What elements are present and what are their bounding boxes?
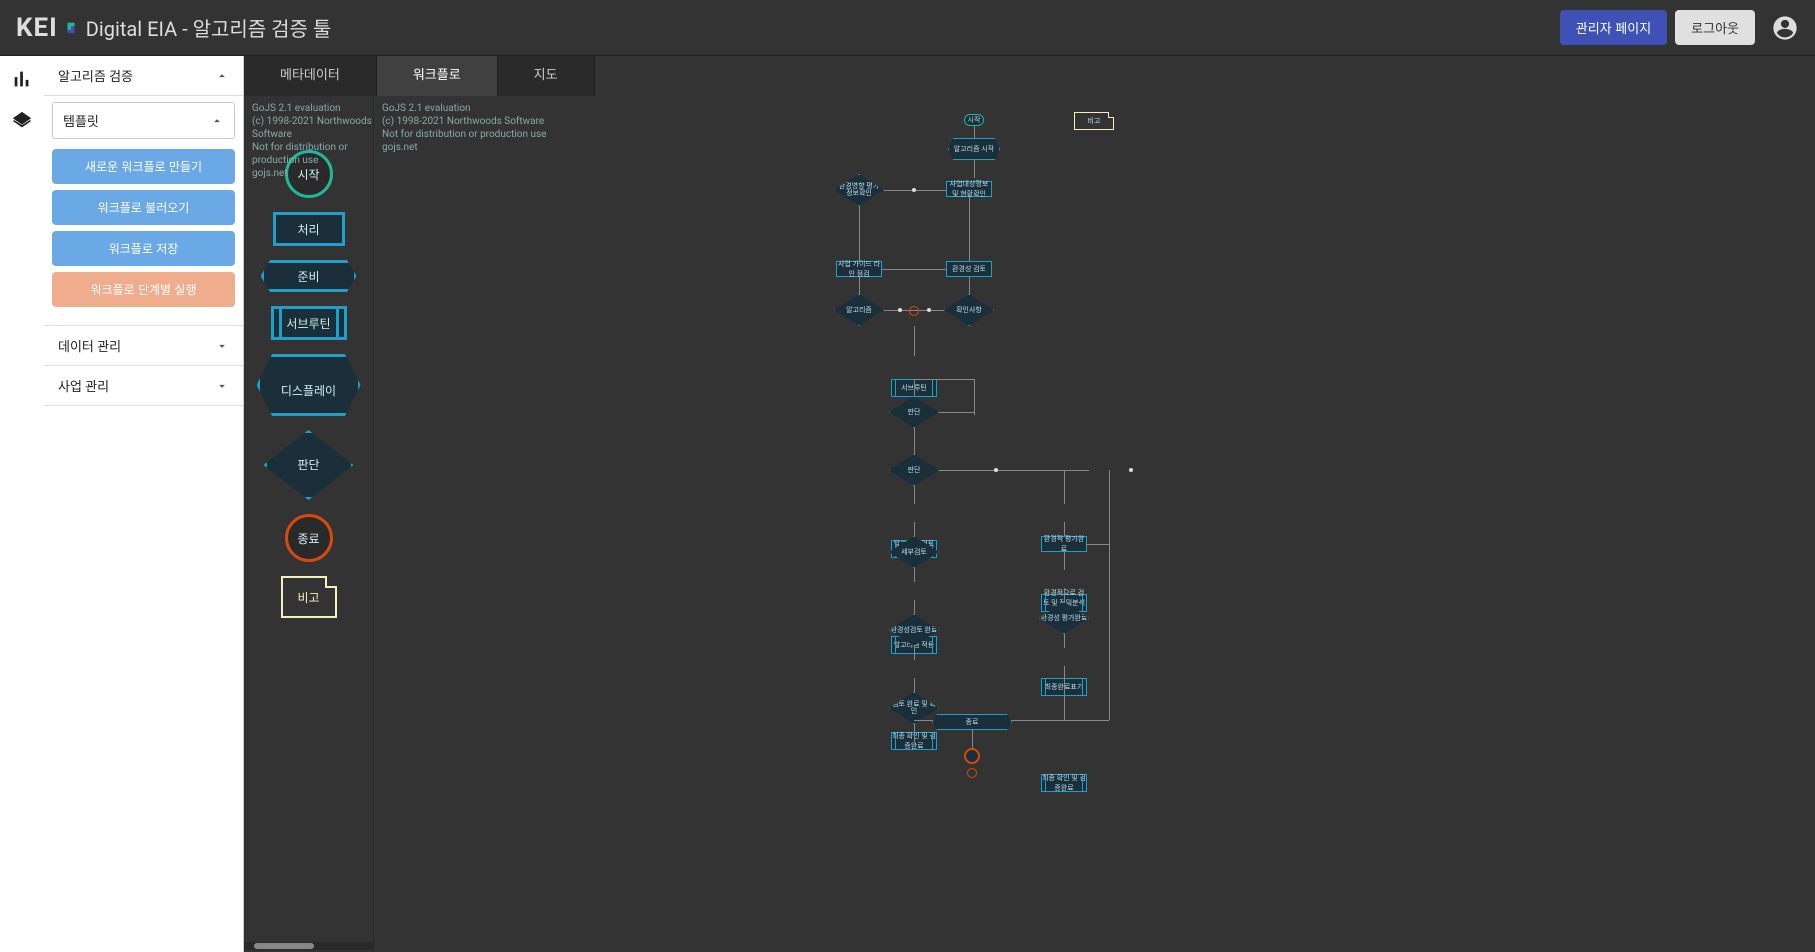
app-title: Digital EIA - 알고리즘 검증 툴 [86,13,332,42]
template-label: 템플릿 [63,111,99,130]
chart-icon[interactable] [11,68,33,90]
flow-prep-final[interactable]: 종료 [932,714,1012,730]
flow-proc-3[interactable]: 환경성 검토 [946,261,992,277]
flow-decision-5[interactable]: 판단 [889,454,939,486]
new-workflow-button[interactable]: 새로운 워크플로 만들기 [52,149,235,184]
logout-button[interactable]: 로그아웃 [1675,10,1755,45]
flow-small-end[interactable] [909,306,919,316]
flow-note[interactable]: 비고 [1074,112,1114,130]
palette: GoJS 2.1 evaluation (c) 1998-2021 Northw… [244,96,374,952]
logo-text: KEI [16,13,58,43]
save-workflow-button[interactable]: 워크플로 저장 [52,231,235,266]
template-subheader[interactable]: 템플릿 [52,102,235,139]
watermark-diagram: GoJS 2.1 evaluation (c) 1998-2021 Northw… [382,102,582,154]
tabs: 메타데이터 워크플로 지도 [244,56,1815,96]
sidebar-section-project[interactable]: 사업 관리 [44,366,243,406]
flow-decision-4[interactable]: 판단 [889,396,939,428]
palette-process[interactable]: 처리 [273,212,345,246]
flow-decision-3[interactable]: 확인사항 [944,294,994,326]
palette-note[interactable]: 비고 [281,576,337,618]
canvas-wrap: GoJS 2.1 evaluation (c) 1998-2021 Northw… [244,96,1815,952]
palette-prep[interactable]: 준비 [261,260,357,292]
palette-display[interactable]: 디스플레이 [257,354,361,416]
admin-page-button[interactable]: 관리자 페이지 [1560,10,1667,45]
sidebar: 알고리즘 검증 템플릿 새로운 워크플로 만들기 워크플로 불러오기 워크플로 … [44,56,244,952]
palette-decision[interactable]: 판단 [264,430,354,500]
palette-subroutine[interactable]: 서브루틴 [271,306,347,340]
sidebar-section-algorithm[interactable]: 알고리즘 검증 [44,56,243,96]
flow-decision-1[interactable]: 환경영향 평가 정보확인 [834,174,884,206]
chevron-down-icon [215,379,229,393]
chevron-up-icon [210,114,224,128]
sidebar-section-label: 사업 관리 [58,376,109,395]
flow-proc-2[interactable]: 사업 가이드 라인 점검 [836,261,882,277]
sidebar-section-body: 템플릿 새로운 워크플로 만들기 워크플로 불러오기 워크플로 저장 워크플로 … [44,96,243,326]
logo-accent-icon [64,21,78,35]
flow-small-end-2[interactable] [967,768,977,778]
flow-start[interactable]: 시작 [964,114,984,126]
flow-display-1[interactable]: 알고리즘 시작 [948,138,1000,160]
palette-end[interactable]: 종료 [285,514,333,562]
flow-proc-1[interactable]: 사업대상정보 및 현황확인 [946,181,992,197]
diagram-canvas[interactable]: GoJS 2.1 evaluation (c) 1998-2021 Northw… [374,96,1815,952]
chevron-up-icon [215,69,229,83]
scrollbar-thumb[interactable] [254,943,314,949]
content-area: 메타데이터 워크플로 지도 GoJS 2.1 evaluation (c) 19… [244,56,1815,952]
user-avatar-icon[interactable] [1771,14,1799,42]
logo: KEI [16,13,78,43]
tab-metadata[interactable]: 메타데이터 [244,56,377,96]
sidebar-section-data[interactable]: 데이터 관리 [44,326,243,366]
palette-start[interactable]: 시작 [285,150,333,198]
layers-icon[interactable] [11,110,33,132]
flow-proc-r1[interactable]: 환경적 평가완료 [1041,536,1087,552]
load-workflow-button[interactable]: 워크플로 불러오기 [52,190,235,225]
tab-map[interactable]: 지도 [498,56,595,96]
icon-rail [0,56,44,952]
flow-sub-r3[interactable]: 최종 확인 및 검증완료 [1041,774,1087,792]
step-workflow-button[interactable]: 워크플로 단계별 실행 [52,272,235,307]
flow-end[interactable] [964,748,980,764]
palette-scrollbar[interactable] [244,942,374,950]
tab-workflow[interactable]: 워크플로 [377,56,498,96]
chevron-down-icon [215,339,229,353]
flow-decision-2[interactable]: 알고리즘 [834,294,884,326]
app-header: KEI Digital EIA - 알고리즘 검증 툴 관리자 페이지 로그아웃 [0,0,1815,56]
sidebar-section-label: 데이터 관리 [58,336,121,355]
sidebar-section-label: 알고리즘 검증 [58,66,133,85]
